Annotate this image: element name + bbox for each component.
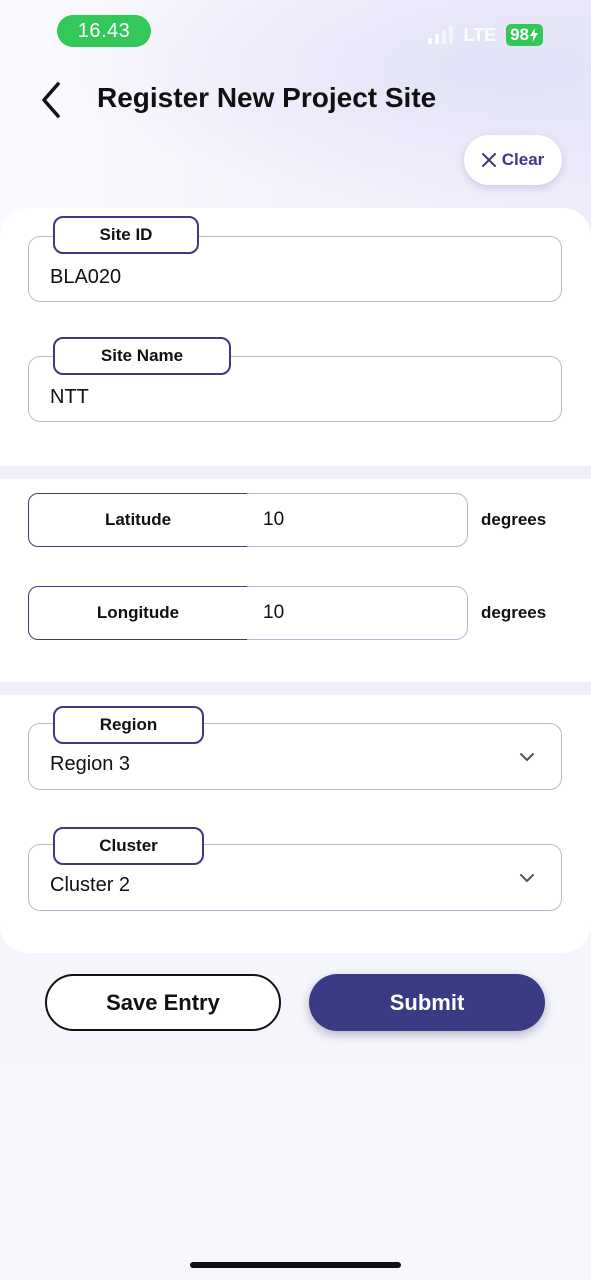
region-label: Region — [53, 706, 204, 744]
save-entry-button[interactable]: Save Entry — [45, 974, 281, 1031]
longitude-input[interactable]: 10 — [247, 586, 468, 640]
site-name-label: Site Name — [53, 337, 231, 375]
clear-button[interactable]: Clear — [464, 135, 562, 185]
cluster-label: Cluster — [53, 827, 204, 865]
battery-level: 98 — [510, 25, 529, 44]
region-value: Region 3 — [50, 753, 131, 775]
charging-bolt-icon — [530, 28, 538, 42]
latitude-unit: degrees — [481, 510, 547, 529]
page-title: Register New Project Site — [97, 82, 437, 113]
submit-label: Submit — [389, 989, 465, 1015]
chevron-down-icon — [520, 753, 534, 761]
site-name-value: NTT — [50, 386, 89, 408]
battery-indicator: 98 — [506, 24, 543, 46]
status-time: 16.43 — [57, 15, 151, 47]
status-indicators: LTE 98 — [428, 24, 543, 46]
clear-button-label: Clear — [501, 150, 545, 169]
save-entry-label: Save Entry — [106, 989, 220, 1015]
chevron-down-icon — [520, 874, 534, 882]
section-divider — [0, 682, 591, 695]
submit-button[interactable]: Submit — [309, 974, 545, 1031]
site-id-value: BLA020 — [50, 266, 122, 288]
close-icon — [481, 153, 496, 167]
signal-icon — [428, 26, 454, 44]
back-button[interactable] — [36, 80, 70, 120]
network-type: LTE — [463, 24, 497, 45]
home-indicator[interactable] — [190, 1262, 401, 1268]
latitude-label: Latitude — [28, 493, 248, 547]
chevron-left-icon — [42, 82, 60, 118]
section-divider — [0, 466, 591, 479]
site-id-label: Site ID — [53, 216, 199, 254]
longitude-unit: degrees — [481, 603, 547, 622]
latitude-input[interactable]: 10 — [247, 493, 468, 547]
cluster-value: Cluster 2 — [50, 874, 131, 896]
longitude-label: Longitude — [28, 586, 248, 640]
